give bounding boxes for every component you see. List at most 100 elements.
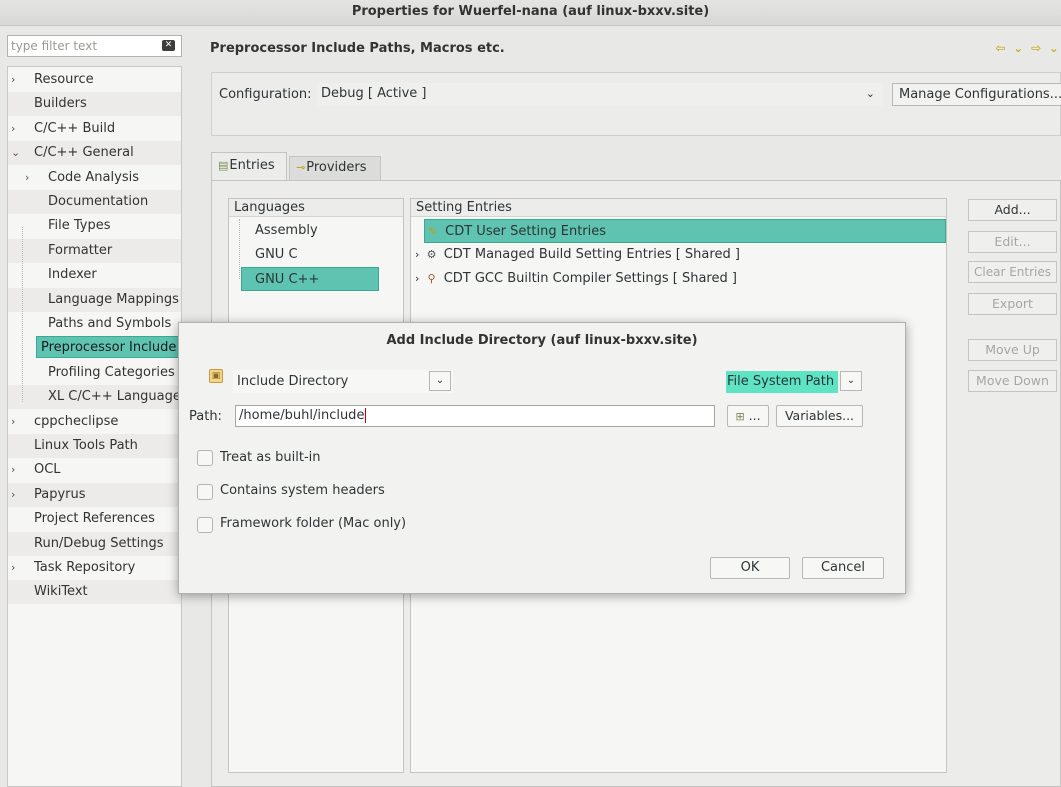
language-item[interactable]: GNU C (239, 243, 298, 267)
tree-item-label: Language Mappings (48, 291, 179, 307)
tree-item[interactable]: › Code Analysis (8, 166, 181, 190)
clear-entries-button[interactable]: Clear Entries (968, 261, 1057, 283)
tree-item[interactable]: Formatter (8, 238, 181, 263)
expand-arrow-icon[interactable]: › (11, 483, 21, 507)
tab-entries-label: Entries (229, 158, 275, 173)
location-value: File System Path (727, 374, 835, 389)
browse-button[interactable]: ⊞ ... (727, 405, 769, 427)
language-item[interactable]: Assembly (239, 219, 318, 243)
location-dropdown-button[interactable]: ⌄ (840, 371, 862, 391)
tree-item[interactable]: › Papyrus (8, 482, 181, 507)
tree-item[interactable]: ⌄ C/C++ General (8, 141, 181, 166)
expand-arrow-icon[interactable]: › (11, 410, 21, 434)
tree-item[interactable]: Profiling Categories (8, 361, 181, 385)
path-value: /home/buhl/include (239, 408, 365, 423)
providers-icon: ⊸ (296, 161, 306, 174)
tree-item[interactable]: WikiText (8, 580, 181, 605)
tree-guide (22, 227, 23, 402)
tree-item-label: File Types (48, 218, 111, 234)
tree-item[interactable]: Linux Tools Path (8, 434, 181, 458)
expand-arrow-icon[interactable]: › (11, 458, 21, 482)
tree-item-label: Documentation (48, 194, 149, 209)
setting-entry[interactable]: ✎ CDT User Setting Entries (424, 219, 946, 243)
tree-item-label: Code Analysis (48, 169, 139, 185)
add-button[interactable]: Add... (968, 199, 1057, 221)
tree-item-label: cppcheclipse (34, 413, 119, 429)
tree-item[interactable]: Run/Debug Settings (8, 531, 181, 556)
chevron-down-icon: ⌄ (865, 87, 875, 100)
tree-item[interactable]: › Task Repository (8, 556, 181, 580)
entry-kind-select[interactable]: Include Directory (233, 370, 453, 393)
filter-input[interactable]: type filter text ✕ (7, 35, 182, 57)
tree-item-label: Paths and Symbols (48, 316, 172, 331)
tree-item[interactable]: › cppcheclipse (8, 410, 181, 434)
tree-item[interactable]: Paths and Symbols (8, 312, 181, 336)
move-down-button[interactable]: Move Down (968, 370, 1057, 392)
chevron-down-icon: ⌄ (435, 375, 445, 386)
configuration-select[interactable]: Debug [ Active ] ⌄ (317, 83, 883, 106)
user-entries-icon: ✎ (428, 225, 438, 238)
tree-item-label: C/C++ Build (34, 120, 116, 136)
entries-icon: ▤ (218, 159, 229, 172)
configuration-value: Debug [ Active ] (321, 86, 427, 101)
treat-as-builtin-checkbox[interactable] (197, 450, 213, 466)
left-pane: type filter text ✕ › Resource Builders › C/C… (0, 26, 192, 787)
tree-item-label: OCL (34, 462, 61, 478)
manage-configurations-button[interactable]: Manage Configurations... (892, 83, 1061, 106)
tree-item[interactable]: › C/C++ Build (8, 117, 181, 141)
system-headers-checkbox[interactable] (197, 484, 213, 500)
edit-button[interactable]: Edit... (968, 231, 1057, 253)
tree-item[interactable]: Builders (8, 92, 181, 117)
tree-item[interactable]: Indexer (8, 263, 181, 287)
expand-arrow-icon[interactable]: › (11, 556, 21, 580)
expand-arrow-icon[interactable]: › (415, 272, 419, 285)
property-tree: › Resource Builders › C/C++ Build ⌄ C/C++ Gene… (7, 66, 182, 787)
entry-kind-value: Include Directory (237, 374, 349, 389)
text-caret (365, 408, 367, 423)
kind-dropdown-button[interactable]: ⌄ (429, 371, 451, 391)
framework-folder-label: Framework folder (Mac only) (220, 516, 407, 531)
setting-entry[interactable]: › ⚙ CDT Managed Build Setting Entries [ … (415, 243, 943, 267)
expand-arrow-icon[interactable]: › (25, 166, 35, 190)
expand-arrow-icon[interactable]: › (11, 68, 21, 92)
configuration-label: Configuration: (219, 87, 312, 102)
setting-entries-header: Setting Entries (411, 199, 946, 217)
tree-item-label: Project References (34, 511, 155, 527)
setting-entry-label: CDT User Setting Entries (445, 224, 607, 239)
tree-item-label: Linux Tools Path (34, 438, 138, 453)
language-item-selected[interactable]: GNU C++ (241, 267, 379, 291)
tree-item[interactable]: Documentation (8, 190, 181, 214)
tree-item-label: Builders (34, 96, 87, 112)
tree-item[interactable]: Language Mappings (8, 287, 181, 312)
tree-item[interactable]: › Resource (8, 68, 181, 92)
include-folder-icon: ▣ (209, 369, 223, 383)
variables-button[interactable]: Variables... (776, 405, 863, 427)
export-button[interactable]: Export (968, 293, 1057, 315)
tree-item[interactable]: File Types (8, 214, 181, 238)
clear-filter-icon[interactable]: ✕ (162, 40, 175, 51)
window-title: Properties for Wuerfel-nana (auf linux-b… (0, 0, 1061, 26)
expand-arrow-icon[interactable]: › (11, 117, 21, 141)
cancel-button[interactable]: Cancel (802, 557, 884, 579)
nav-history-icon[interactable]: ⇦ ⌄ ⇨ ⌄ (995, 41, 1061, 55)
tree-item[interactable]: Project References (8, 507, 181, 531)
compiler-settings-icon: ⚲ (427, 272, 436, 285)
tree-item-label: Formatter (48, 242, 113, 258)
treat-as-builtin-label: Treat as built-in (220, 450, 321, 465)
tree-item-label: Profiling Categories (48, 364, 175, 380)
tab-providers[interactable]: ⊸Providers (289, 156, 381, 180)
framework-folder-checkbox[interactable] (197, 517, 213, 533)
tree-item[interactable]: XL C/C++ Language (8, 385, 181, 410)
expand-arrow-icon[interactable]: ⌄ (11, 141, 21, 165)
build-settings-icon: ⚙ (426, 248, 437, 261)
move-up-button[interactable]: Move Up (968, 339, 1057, 361)
tree-item[interactable]: › OCL (8, 458, 181, 482)
tree-item-selected[interactable]: Preprocessor Include Paths, Macros etc. (8, 336, 181, 360)
expand-arrow-icon[interactable]: › (415, 248, 419, 261)
ok-button[interactable]: OK (710, 557, 790, 579)
path-input[interactable]: /home/buhl/include (235, 405, 715, 427)
tab-entries[interactable]: ▤Entries (211, 152, 287, 182)
location-select[interactable]: File System Path (726, 371, 838, 393)
setting-entry[interactable]: › ⚲ CDT GCC Builtin Compiler Settings [ … (415, 267, 943, 291)
tree-item-label: Papyrus (34, 486, 86, 502)
